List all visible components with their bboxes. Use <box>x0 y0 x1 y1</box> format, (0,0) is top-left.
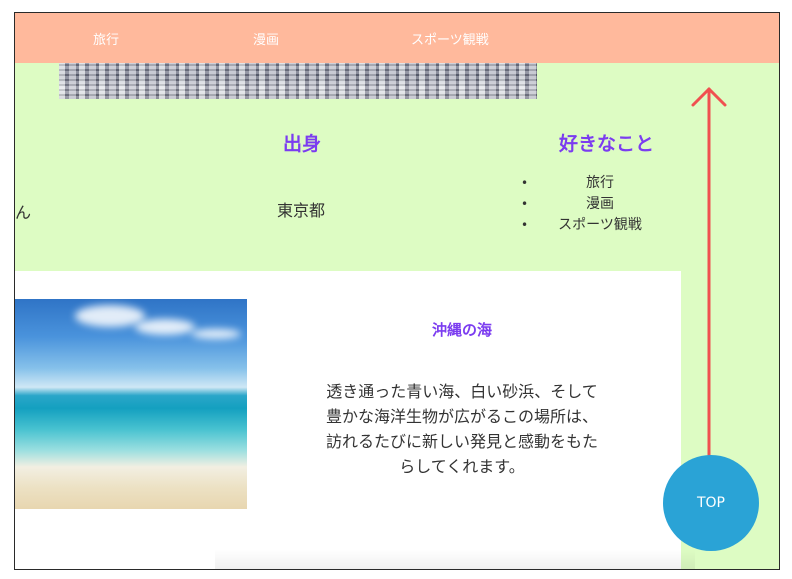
back-to-top-label: TOP <box>696 495 725 511</box>
likes-list-item: 漫画 <box>521 194 665 215</box>
card-description-line: 訪れるたびに新しい発見と感動をもた <box>325 432 598 451</box>
back-to-top-button[interactable]: TOP <box>663 455 759 551</box>
card-description-line: 透き通った青い海、白い砂浜、そして <box>326 382 598 401</box>
card-description-line: らしてくれます。 <box>399 457 525 476</box>
card-description: 透き通った青い海、白い砂浜、そして 豊かな海洋生物が広がるこの場所は、 訪れるた… <box>297 379 627 479</box>
birthplace-value: 東京都 <box>277 201 326 220</box>
likes-list-item: 旅行 <box>521 173 665 194</box>
browser-viewport: 旅行 漫画 スポーツ観戦 ん 出身 東京都 好きなこと 旅行 漫画 スポーツ観戦… <box>14 12 780 570</box>
okinawa-sea-card: 沖縄の海 透き通った青い海、白い砂浜、そして 豊かな海洋生物が広がるこの場所は、… <box>15 271 681 569</box>
nav-item-sports-watching[interactable]: スポーツ観戦 <box>411 29 489 48</box>
birthplace-heading: 出身 <box>283 133 322 155</box>
nav-item-manga[interactable]: 漫画 <box>253 29 279 48</box>
nav-item-travel[interactable]: 旅行 <box>93 29 119 48</box>
card-title: 沖縄の海 <box>431 321 492 339</box>
likes-list-item: スポーツ観戦 <box>521 215 665 236</box>
city-banner-image <box>59 63 537 99</box>
profile-name-fragment: ん <box>15 203 32 222</box>
likes-list: 旅行 漫画 スポーツ観戦 <box>521 173 665 236</box>
top-navigation-bar: 旅行 漫画 スポーツ観戦 <box>15 13 779 63</box>
card-shadow <box>215 549 695 569</box>
card-description-line: 豊かな海洋生物が広がるこの場所は、 <box>325 407 598 426</box>
okinawa-beach-image <box>15 299 247 509</box>
likes-heading: 好きなこと <box>559 133 655 155</box>
